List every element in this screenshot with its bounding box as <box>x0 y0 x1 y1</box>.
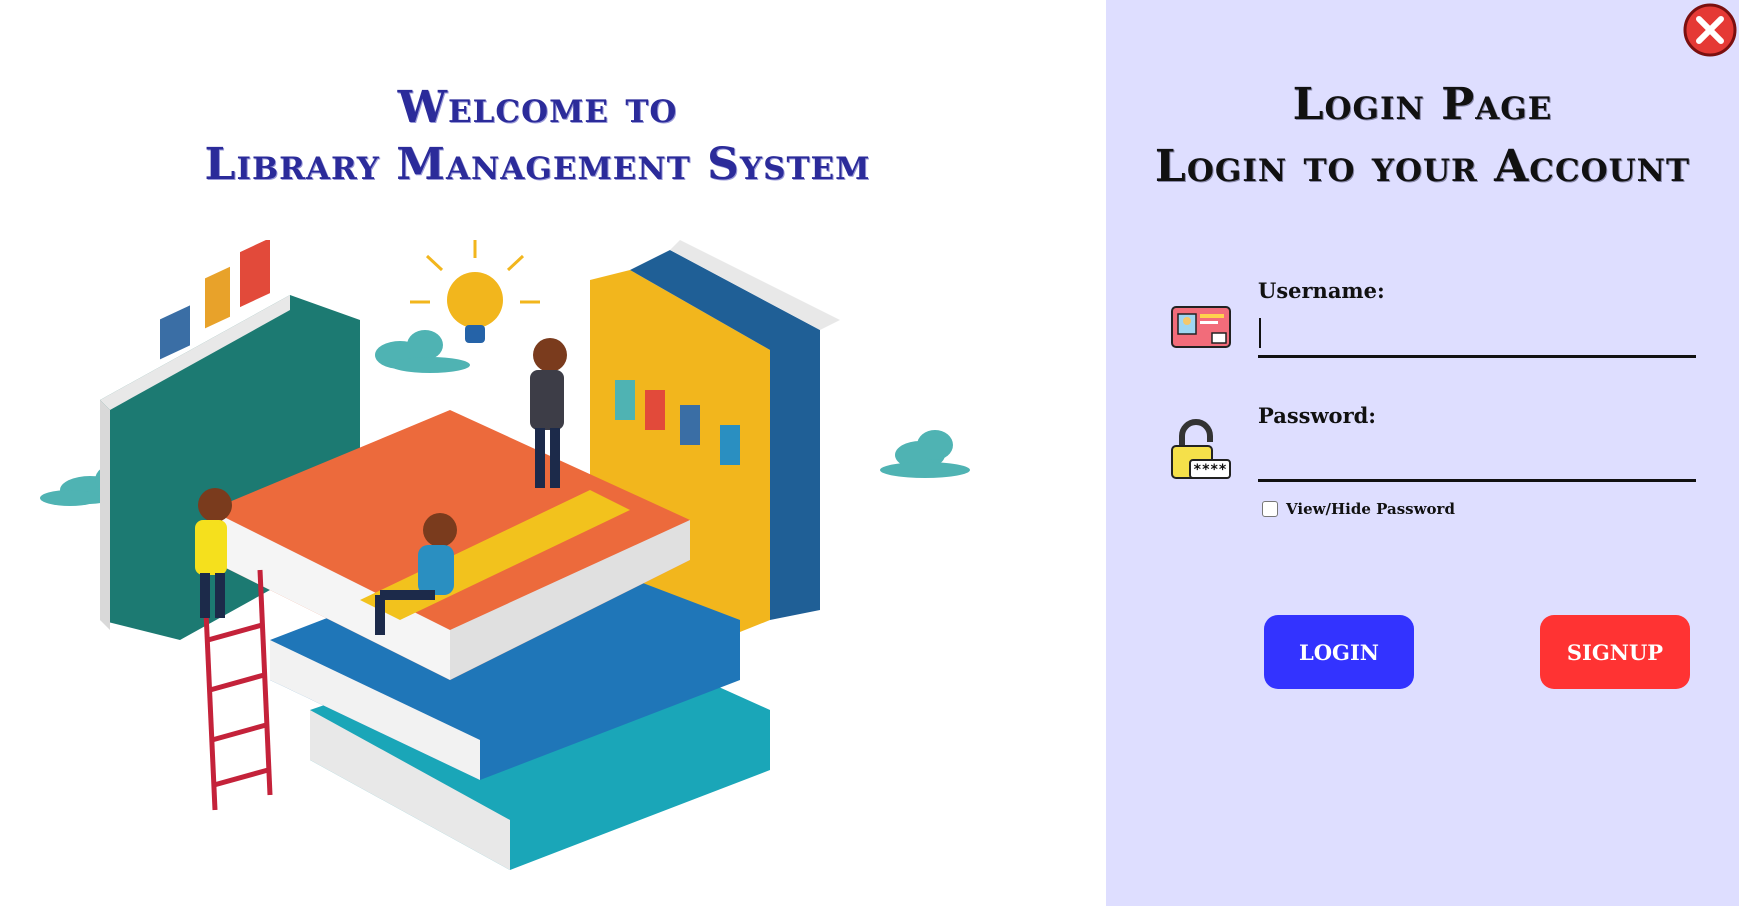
library-illustration <box>40 240 970 870</box>
show-password-label: View/Hide Password <box>1286 500 1455 518</box>
close-icon <box>1683 3 1737 57</box>
id-card-icon <box>1171 306 1231 348</box>
lightbulb-icon <box>410 240 540 343</box>
svg-text:****: **** <box>1193 462 1227 478</box>
close-button[interactable] <box>1682 2 1738 58</box>
signup-button[interactable]: SIGNUP <box>1540 615 1690 689</box>
welcome-heading: Welcome to <box>397 82 678 133</box>
login-subtitle: Login to your Account <box>1154 141 1691 192</box>
password-label: Password: <box>1258 403 1377 428</box>
login-button[interactable]: LOGIN <box>1264 615 1414 689</box>
text-cursor <box>1259 318 1261 348</box>
show-password-checkbox[interactable] <box>1262 501 1278 517</box>
login-page-title: Login Page <box>1292 79 1553 130</box>
username-label: Username: <box>1258 278 1385 303</box>
cloud-right <box>880 430 970 478</box>
password-input[interactable] <box>1258 438 1696 482</box>
app-title: Library Management System <box>204 139 871 190</box>
padlock-password-icon: **** <box>1171 419 1231 479</box>
cloud-mid <box>375 330 470 373</box>
username-input[interactable] <box>1258 314 1696 358</box>
